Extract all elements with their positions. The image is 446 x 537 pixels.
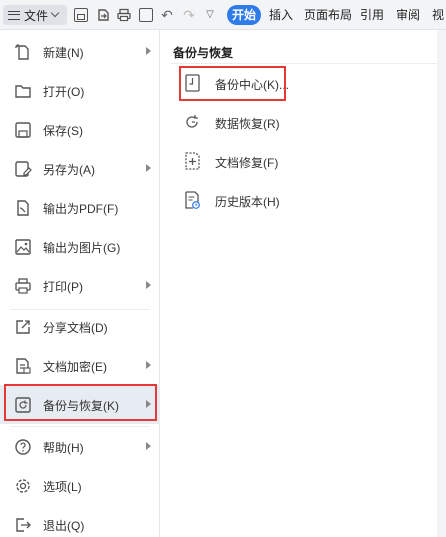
submenu-arrow-icon (146, 361, 151, 369)
submenu-item-label: 数据恢复(R) (215, 117, 280, 131)
file-menu-panel: 新建(N) 打开(O) 保存(S) 另存为(A) 输出为PDF(F) 输出为图片… (0, 30, 160, 537)
share-icon (16, 320, 30, 334)
save-as-icon (15, 161, 32, 177)
menu-item-label: 帮助(H) (43, 441, 84, 455)
menu-item-label: 新建(N) (43, 46, 84, 60)
history-version-icon (185, 191, 200, 209)
menu-item-export-image[interactable]: 输出为图片(G) (0, 227, 160, 266)
submenu-divider (171, 63, 438, 64)
highlight-box-backup-restore (4, 384, 157, 421)
submenu-title: 备份与恢复 (173, 46, 234, 60)
submenu-arrow-icon (146, 281, 151, 289)
tab-insert[interactable]: 插入 (269, 5, 293, 25)
tab-review[interactable]: 审阅 (396, 5, 420, 25)
submenu-arrow-icon (146, 164, 151, 172)
submenu-item-label: 文档修复(F) (215, 156, 279, 170)
encrypt-doc-icon (16, 358, 31, 374)
menu-item-label: 退出(Q) (43, 519, 85, 533)
submenu-arrow-icon (146, 442, 151, 450)
menu-item-label: 分享文档(D) (43, 321, 108, 335)
export-icon[interactable] (96, 8, 110, 22)
file-menu-label: 文件 (24, 8, 49, 23)
menu-item-label: 输出为PDF(F) (43, 202, 119, 216)
menu-item-label: 打印(P) (43, 280, 83, 294)
hamburger-icon (8, 10, 20, 20)
menu-item-label: 打开(O) (43, 85, 85, 99)
submenu-item-label: 历史版本(H) (215, 195, 280, 209)
menu-item-new[interactable]: 新建(N) (0, 32, 160, 71)
menu-item-share[interactable]: 分享文档(D) (0, 307, 160, 346)
menu-item-label: 选项(L) (43, 480, 82, 494)
submenu-item-doc-repair[interactable]: 文档修复(F) (175, 145, 425, 177)
tab-home[interactable]: 开始 (227, 5, 261, 25)
highlight-box-backup-center (179, 66, 286, 101)
menu-item-help[interactable]: 帮助(H) (0, 427, 160, 466)
menu-item-encrypt[interactable]: 文档加密(E) (0, 346, 160, 385)
export-pdf-icon (17, 200, 29, 216)
undo-icon[interactable]: ↶ (160, 8, 174, 22)
doc-repair-icon (185, 152, 200, 170)
menu-item-open[interactable]: 打开(O) (0, 71, 160, 110)
print-icon[interactable] (117, 8, 131, 22)
redo-icon[interactable]: ↷ (182, 8, 196, 22)
print-preview-icon[interactable] (139, 8, 153, 22)
export-image-icon (15, 239, 31, 255)
menu-item-label: 保存(S) (43, 124, 83, 138)
top-toolbar: 文件 ↶ ↷ ▽ 开始 插入 页面布局 引用 审阅 视 (0, 0, 446, 30)
menu-item-print[interactable]: 打印(P) (0, 266, 160, 305)
folder-open-icon (15, 85, 31, 98)
backup-submenu: 备份与恢复 备份中心(K)... 数据恢复(R) 文档修复(F) 历史版本(H) (161, 30, 446, 537)
scrollbar[interactable] (437, 30, 446, 537)
settings-icon (16, 479, 30, 493)
exit-icon (16, 518, 31, 532)
print-icon (15, 278, 31, 294)
tab-references[interactable]: 引用 (360, 5, 384, 25)
menu-item-save-as[interactable]: 另存为(A) (0, 149, 160, 188)
save-icon (15, 122, 31, 138)
menu-item-label: 输出为图片(G) (43, 241, 121, 255)
more-dropdown-icon[interactable]: ▽ (203, 8, 217, 22)
save-icon[interactable] (74, 8, 88, 22)
menu-item-export-pdf[interactable]: 输出为PDF(F) (0, 188, 160, 227)
chevron-down-icon (50, 8, 60, 18)
menu-item-options[interactable]: 选项(L) (0, 466, 160, 505)
menu-item-exit[interactable]: 退出(Q) (0, 505, 160, 537)
menu-item-label: 文档加密(E) (43, 360, 107, 374)
submenu-item-history-version[interactable]: 历史版本(H) (175, 184, 425, 216)
data-recovery-icon (186, 115, 198, 128)
tab-view[interactable]: 视 (432, 5, 444, 25)
menu-item-label: 另存为(A) (43, 163, 95, 177)
menu-item-save[interactable]: 保存(S) (0, 110, 160, 149)
help-icon (15, 439, 31, 455)
submenu-arrow-icon (146, 47, 151, 55)
new-file-icon (15, 44, 29, 60)
submenu-item-data-recovery[interactable]: 数据恢复(R) (175, 106, 425, 138)
file-menu-button[interactable]: 文件 (3, 5, 67, 25)
tab-page-layout[interactable]: 页面布局 (304, 5, 352, 25)
